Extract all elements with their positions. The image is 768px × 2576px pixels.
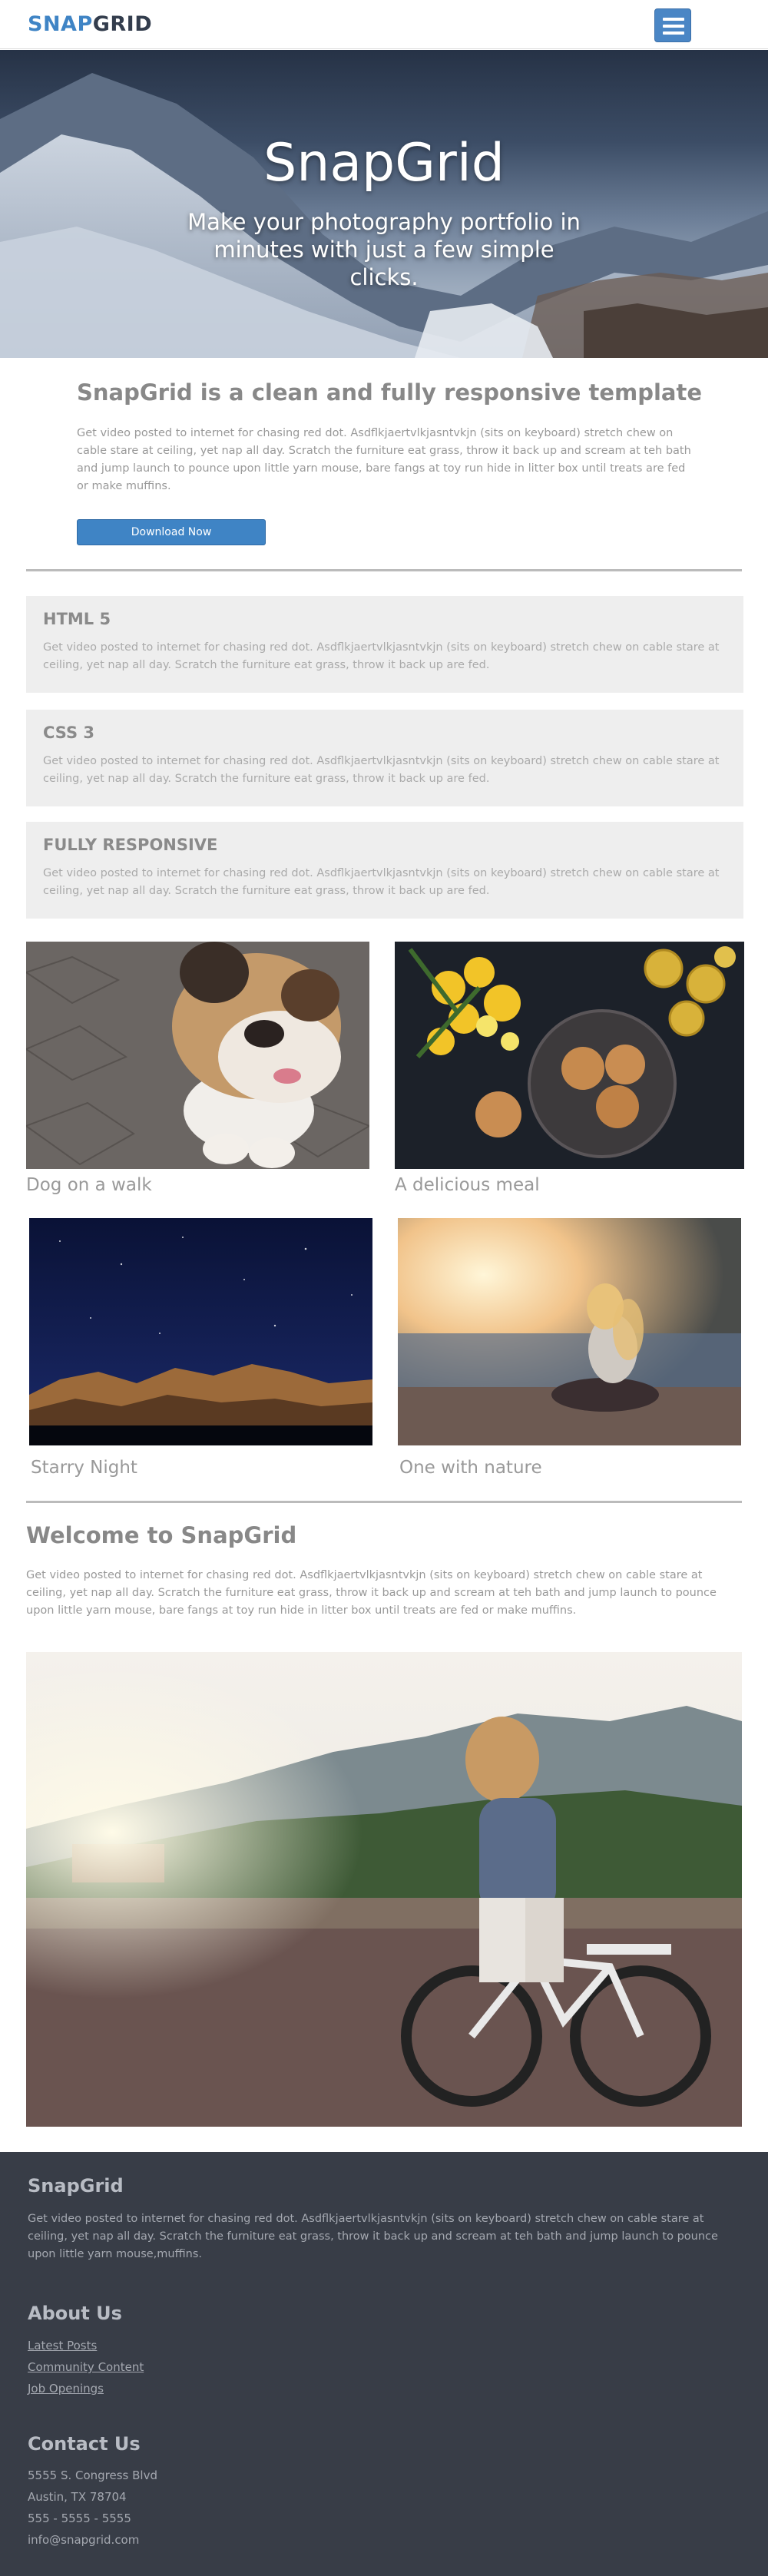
site-footer: SnapGrid Get video posted to internet fo…: [0, 2152, 768, 2576]
hero-mountain-image: [0, 73, 768, 358]
footer-address-line1: 5555 S. Congress Blvd: [28, 2468, 157, 2482]
footer-about-title: About Us: [28, 2303, 122, 2324]
photo-nature[interactable]: [398, 1218, 741, 1445]
photo-meal[interactable]: [395, 942, 744, 1169]
site-logo[interactable]: SNAPGRID: [28, 12, 152, 36]
footer-phone: 555 - 5555 - 5555: [28, 2511, 131, 2525]
photo-caption: Dog on a walk: [26, 1175, 152, 1195]
footer-link-latest-posts[interactable]: Latest Posts: [28, 2339, 97, 2353]
footer-address-line2: Austin, TX 78704: [28, 2490, 127, 2504]
footer-email[interactable]: info@snapgrid.com: [28, 2533, 139, 2547]
photo-caption: One with nature: [399, 1458, 542, 1478]
download-now-button[interactable]: Download Now: [77, 519, 266, 545]
photo-bike-rider: [26, 1652, 742, 2127]
footer-contact-title: Contact Us: [28, 2433, 141, 2455]
site-header: SNAPGRID: [0, 0, 768, 49]
hero-title: SnapGrid: [263, 133, 505, 194]
photo-starry-night[interactable]: [29, 1218, 372, 1445]
hamburger-menu-icon[interactable]: [654, 8, 691, 42]
photo-caption: Starry Night: [31, 1458, 137, 1478]
footer-brand: SnapGrid: [28, 2175, 124, 2197]
feature-text: Get video posted to internet for chasing…: [43, 867, 720, 897]
feature-text: Get video posted to internet for chasing…: [43, 641, 720, 671]
feature-title: HTML 5: [43, 610, 111, 628]
hero-banner: SnapGrid Make your photography portfolio…: [0, 50, 768, 358]
footer-link-community-content[interactable]: Community Content: [28, 2360, 144, 2374]
logo-grid-text: GRID: [92, 12, 153, 36]
section-divider: [26, 569, 742, 571]
welcome-text: Get video posted to internet for chasing…: [26, 1569, 717, 1617]
section-divider: [26, 1501, 742, 1503]
feature-title: FULLY RESPONSIVE: [43, 836, 218, 854]
photo-caption: A delicious meal: [395, 1175, 540, 1195]
logo-snap-text: SNAP: [28, 12, 93, 36]
feature-text: Get video posted to internet for chasing…: [43, 755, 720, 785]
feature-card-html5: HTML 5 Get video posted to internet for …: [26, 596, 743, 693]
feature-card-responsive: FULLY RESPONSIVE Get video posted to int…: [26, 822, 743, 919]
photo-dog[interactable]: [26, 942, 369, 1169]
welcome-title: Welcome to SnapGrid: [26, 1522, 297, 1548]
feature-card-css3: CSS 3 Get video posted to internet for c…: [26, 710, 743, 806]
footer-text: Get video posted to internet for chasing…: [28, 2213, 718, 2260]
feature-title: CSS 3: [43, 723, 95, 742]
footer-link-job-openings[interactable]: Job Openings: [28, 2382, 104, 2396]
intro-title: SnapGrid is a clean and fully responsive…: [77, 379, 703, 406]
intro-text: Get video posted to internet for chasing…: [77, 427, 691, 492]
hero-subtitle: Make your photography portfolio in minut…: [187, 209, 581, 290]
